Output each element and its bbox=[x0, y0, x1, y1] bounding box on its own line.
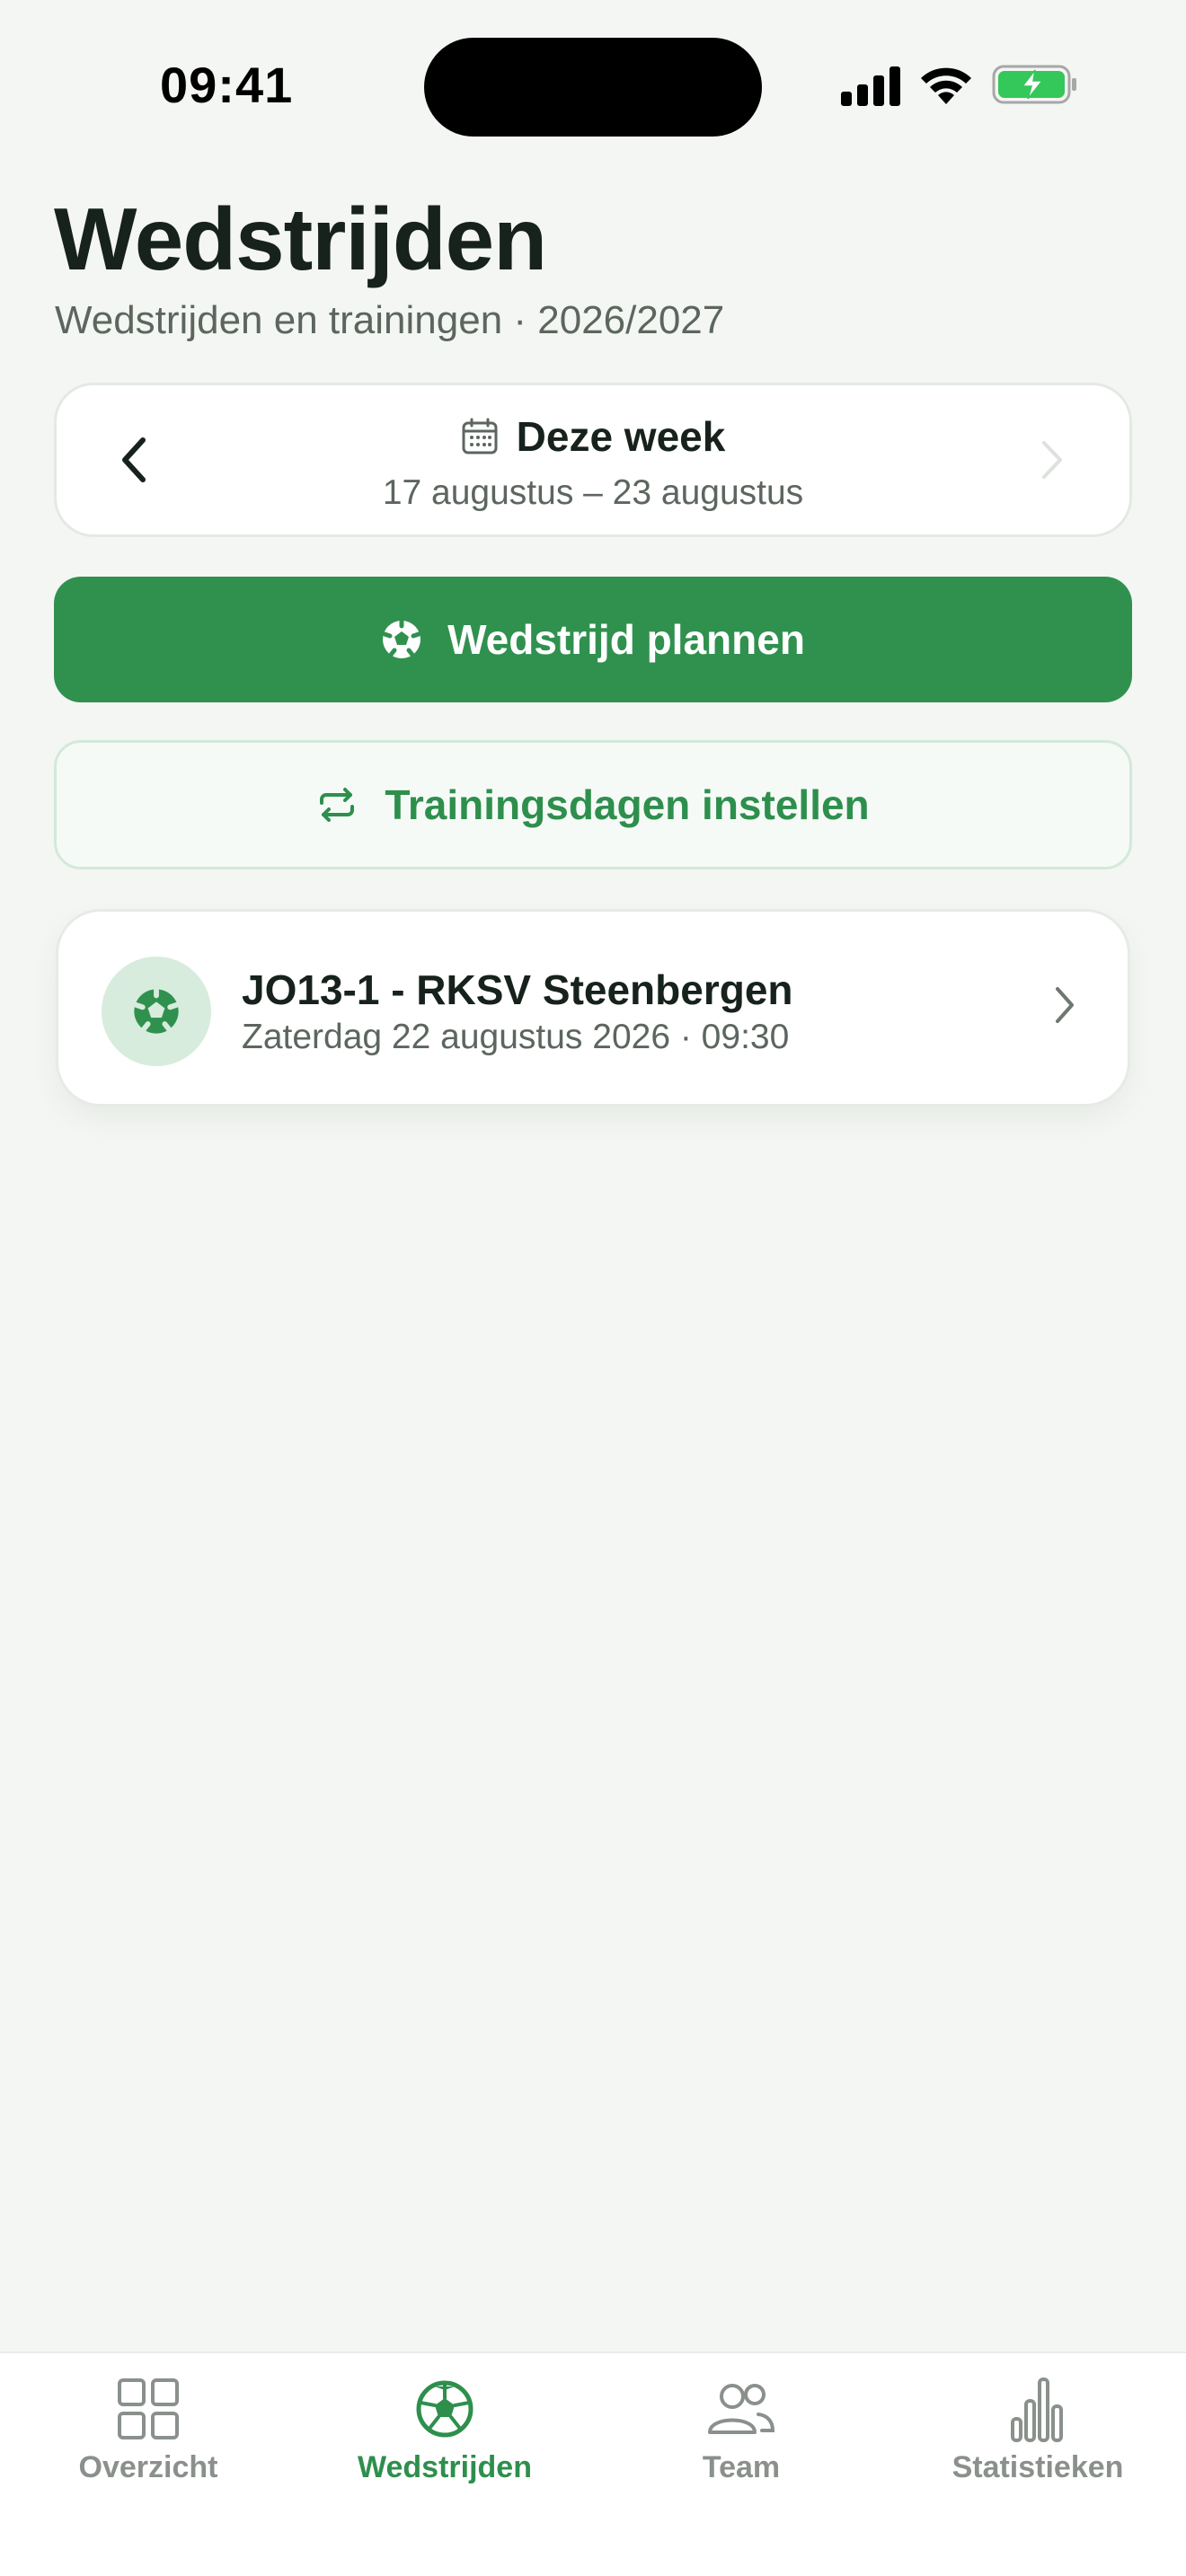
soccer-ball-icon bbox=[133, 987, 180, 1034]
page-subtitle: Wedstrijden en trainingen · 2026/2027 bbox=[55, 298, 725, 342]
tab-label-statistieken: Statistieken bbox=[951, 2450, 1124, 2484]
tab-label-wedstrijden: Wedstrijden bbox=[358, 2450, 532, 2484]
tab-statistieken[interactable]: Statistieken bbox=[890, 2375, 1186, 2492]
tab-overzicht[interactable]: Overzicht bbox=[0, 2375, 296, 2492]
set-training-days-label: Trainingsdagen instellen bbox=[385, 781, 870, 828]
soccer-ball-icon bbox=[416, 2380, 474, 2438]
next-week-button[interactable] bbox=[1025, 430, 1079, 490]
set-training-days-button[interactable]: Trainingsdagen instellen bbox=[54, 740, 1132, 869]
tab-label-overzicht: Overzicht bbox=[78, 2450, 218, 2484]
week-title-row: Deze week bbox=[57, 412, 1129, 461]
week-selector: Deze week 17 augustus – 23 augustus bbox=[54, 383, 1132, 537]
status-time: 09:41 bbox=[160, 57, 294, 113]
users-icon bbox=[708, 2384, 775, 2434]
tab-label-team: Team bbox=[702, 2450, 781, 2484]
bar-chart-icon bbox=[1011, 2378, 1063, 2442]
plan-match-label: Wedstrijd plannen bbox=[447, 616, 805, 663]
page-title: Wedstrijden bbox=[54, 190, 547, 288]
plan-match-button[interactable]: Wedstrijd plannen bbox=[54, 577, 1132, 702]
repeat-icon bbox=[320, 788, 355, 822]
chevron-right-icon bbox=[1042, 441, 1062, 479]
week-title: Deze week bbox=[516, 413, 726, 460]
soccer-ball-icon bbox=[382, 619, 421, 658]
tab-wedstrijden[interactable]: Wedstrijden bbox=[296, 2375, 593, 2492]
status-bar: 09:41 bbox=[0, 0, 1186, 153]
grid-icon bbox=[118, 2378, 179, 2439]
chevron-right-icon bbox=[1056, 987, 1074, 1023]
calendar-icon bbox=[462, 418, 498, 454]
match-avatar bbox=[102, 957, 211, 1066]
week-range: 17 augustus – 23 augustus bbox=[382, 473, 804, 512]
battery-charging-icon bbox=[992, 65, 1076, 104]
match-card[interactable]: JO13-1 - RKSV Steenbergen Zaterdag 22 au… bbox=[56, 909, 1130, 1107]
tab-team[interactable]: Team bbox=[593, 2375, 890, 2492]
match-title: JO13-1 - RKSV Steenbergen bbox=[242, 966, 793, 1013]
dynamic-island bbox=[424, 38, 762, 137]
tab-bar: Overzicht Wedstrijden Team Statistieken bbox=[0, 2351, 1186, 2576]
wifi-icon bbox=[921, 67, 971, 104]
match-datetime: Zaterdag 22 augustus 2026 · 09:30 bbox=[242, 1018, 790, 1056]
cellular-signal-icon bbox=[841, 66, 900, 106]
